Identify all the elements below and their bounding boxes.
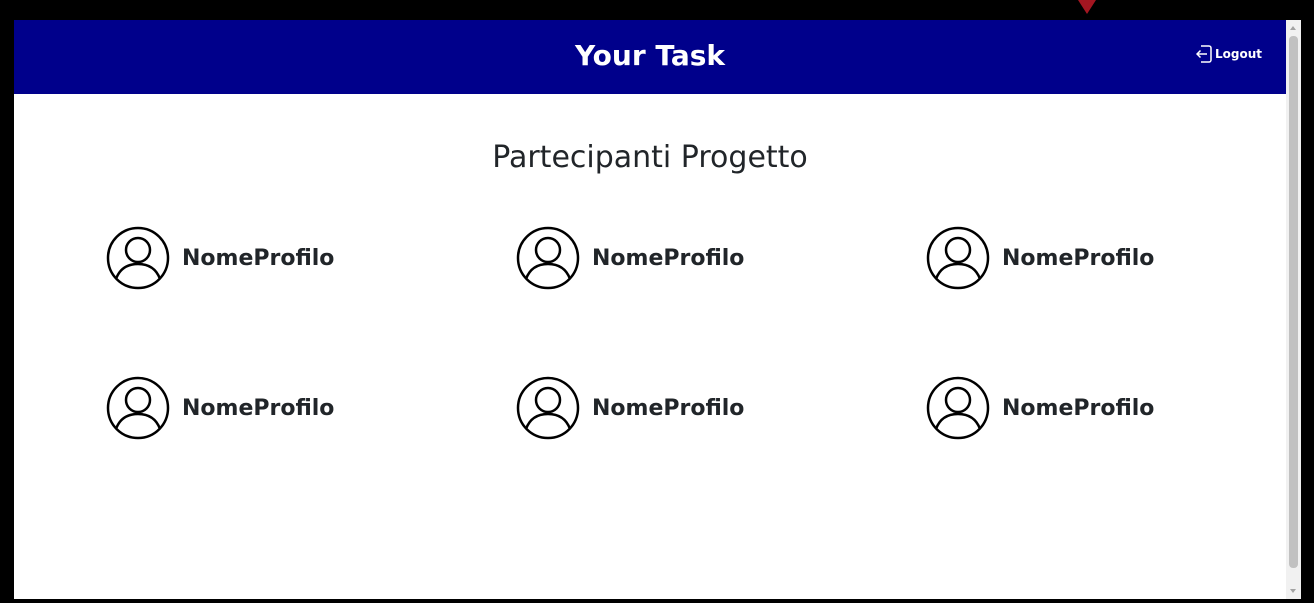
page-title: Partecipanti Progetto [492, 140, 808, 175]
member-card[interactable]: NomeProfilo [516, 226, 744, 290]
member-card[interactable]: NomeProfilo [106, 226, 334, 290]
browser-window: Your Task Logout Partecipanti Progetto N… [14, 20, 1301, 599]
vertical-scrollbar[interactable] [1286, 20, 1301, 599]
member-card[interactable]: NomeProfilo [926, 376, 1154, 440]
logout-icon [1195, 45, 1212, 63]
scroll-thumb[interactable] [1289, 36, 1298, 568]
annotation-arrow-marker [1078, 0, 1096, 14]
logout-button[interactable]: Logout [1195, 45, 1262, 63]
person-circle-icon [926, 376, 990, 440]
scroll-down-arrow-icon[interactable] [1290, 589, 1296, 593]
member-name: NomeProfilo [1002, 395, 1155, 421]
member-name: NomeProfilo [592, 245, 745, 271]
person-circle-icon [106, 226, 170, 290]
member-name: NomeProfilo [182, 395, 335, 421]
member-name: NomeProfilo [592, 395, 745, 421]
app-title: Your Task [574, 39, 726, 72]
member-card[interactable]: NomeProfilo [516, 376, 744, 440]
member-name: NomeProfilo [182, 245, 335, 271]
person-circle-icon [106, 376, 170, 440]
member-name: NomeProfilo [1002, 245, 1155, 271]
top-navbar: Your Task Logout [14, 20, 1286, 94]
person-circle-icon [926, 226, 990, 290]
member-card[interactable]: NomeProfilo [106, 376, 334, 440]
scroll-up-arrow-icon[interactable] [1290, 26, 1296, 30]
person-circle-icon [516, 226, 580, 290]
person-circle-icon [516, 376, 580, 440]
members-grid: NomeProfilo NomeProfilo NomeProfilo Nome… [106, 226, 1301, 446]
member-card[interactable]: NomeProfilo [926, 226, 1154, 290]
logout-label: Logout [1214, 47, 1262, 61]
